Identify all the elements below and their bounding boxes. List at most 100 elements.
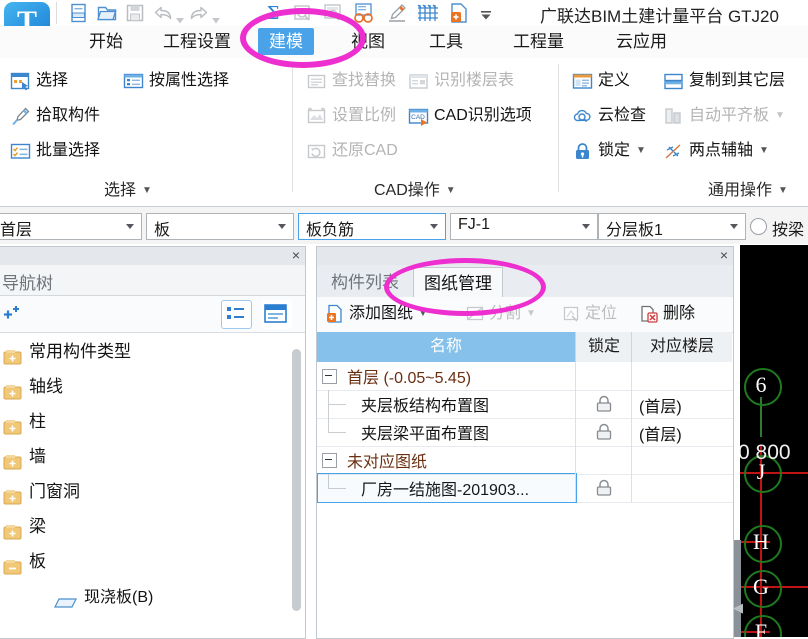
ribbon-group-label[interactable]: CAD操作 ▼ [374,176,456,200]
undo-dropdown-icon[interactable] [176,11,184,24]
tab-quantity[interactable]: 工程量 [502,28,575,55]
ribbon-item-auto-align-slab[interactable]: 自动平齐板 ▼ [663,103,785,129]
canvas-collapse-arrow-icon[interactable]: ◀ [733,600,743,616]
ribbon-item-find-replace[interactable]: 查找替换 [306,68,396,94]
ribbon-group-divider [292,64,293,192]
ribbon-item-lock[interactable]: 锁定 ▼ [572,138,646,164]
tree-item-label: 常用构件类型 [29,342,131,361]
tree-leaf-cast-in-place-slab[interactable]: 现浇板(B) [53,583,153,613]
chevron-down-icon[interactable]: ▼ [526,302,536,326]
redo-dropdown-icon[interactable] [212,11,220,24]
add-drawing-icon [325,304,345,324]
tree-item-slab[interactable]: 板 [3,545,46,579]
locate-button[interactable]: 定位 [561,302,617,326]
ribbon-item-copy-to-other-floor[interactable]: 复制到其它层 [663,68,785,94]
pencil-edit-icon[interactable] [386,2,408,24]
axis-label-f: F [754,619,768,637]
table-row-name: 首层 (-0.05~5.45) [347,370,472,387]
column-header-floor[interactable]: 对应楼层 [631,332,732,362]
tree-item-beam[interactable]: 梁 [3,510,46,544]
ribbon-item-select-by-attribute[interactable]: 按属性选择 [123,68,229,94]
tree-item-label: 板 [29,552,46,571]
ribbon-item-label: 复制到其它层 [689,72,786,89]
table-row-name: 夹层板结构布置图 [361,398,490,415]
lock-icon[interactable] [593,422,615,442]
list-view-icon[interactable] [221,300,252,329]
row-selection-outline [317,473,577,503]
ribbon-item-two-point-aux-axis[interactable]: 两点辅轴 ▼ [663,138,769,164]
open-folder-icon[interactable] [96,2,118,24]
chevron-down-icon [730,224,738,229]
add-page-icon[interactable] [448,2,470,24]
ribbon-group-cad: 查找替换 识别楼层表 设置比例 CAD CAD识别选项 还原CAD CAD操作 … [296,58,556,205]
axis-label-6: 6 [755,372,767,397]
nav-panel-title: 导航树 [2,274,53,293]
new-file-icon[interactable] [68,2,90,24]
add-member-icon[interactable] [1,302,25,326]
nav-tree-scrollbar[interactable] [292,349,301,611]
annotation-ellipse-drawing-tab [384,258,546,316]
tree-item-column[interactable]: 柱 [3,405,46,439]
ribbon-item-batch-select[interactable]: 批量选择 [10,138,100,164]
redo-icon[interactable] [188,2,210,24]
table-row[interactable]: 厂房一结施图-201903... [317,473,733,503]
tree-item-door-window-opening[interactable]: 门窗洞 [3,475,80,509]
expander-icon[interactable] [322,369,337,384]
ribbon-item-label: 按属性选择 [149,72,230,89]
member-category-select[interactable]: 板负筋 [298,213,446,240]
detail-view-icon[interactable] [261,300,292,329]
table-row-group-first-floor[interactable]: 首层 (-0.05~5.45) [317,362,733,391]
grid-axis-icon[interactable] [416,2,438,24]
menu-tab-bar: 开始 工程设置 建模 视图 工具 工程量 云应用 [0,26,808,59]
delete-button[interactable]: 删除 [639,302,695,326]
navigation-tree-panel: × 导航树 常用构件类型 轴线 柱 墙 门窗洞 梁 板 现浇板(B) [0,246,306,639]
table-row-group-unmatched[interactable]: 未对应图纸 [317,446,733,475]
column-header-lock[interactable]: 锁定 [575,332,632,362]
tab-cloud-apps[interactable]: 云应用 [605,28,678,55]
tab-start[interactable]: 开始 [78,28,134,55]
tree-item-wall[interactable]: 墙 [3,440,46,474]
table-row[interactable]: 夹层梁平面布置图 (首层) [317,404,733,447]
more-commands-icon[interactable] [480,8,492,20]
close-icon[interactable]: × [720,248,728,262]
ribbon-item-cad-recognize-options[interactable]: CAD CAD识别选项 [408,103,532,129]
window-title: 广联达BIM土建计量平台 GTJ20 [540,7,779,26]
floor-select[interactable]: 首层 [0,213,142,240]
dimension-text: 0 800 [740,441,791,464]
chevron-down-icon [278,224,286,229]
tree-item-axis[interactable]: 轴线 [3,370,63,404]
ribbon-item-label: CAD识别选项 [434,107,532,124]
layer-select[interactable]: 分层板1 [598,213,746,240]
ribbon-item-cloud-check[interactable]: 云检查 [572,103,646,129]
tree-connector-horizontal [328,432,346,433]
undo-icon[interactable] [152,2,174,24]
ribbon-group-label[interactable]: 选择 ▼ [104,176,152,200]
ribbon-item-pick-member[interactable]: 拾取构件 [10,103,100,129]
ribbon-item-define[interactable]: 定义 [572,68,630,94]
ribbon: 选择 按属性选择 拾取构件 批量选择 选择 ▼ 查找替换 识别楼层表 设置比例 … [0,58,808,207]
tab-tools[interactable]: 工具 [418,28,474,55]
lock-icon[interactable] [593,478,615,498]
by-beam-radio[interactable] [750,218,767,235]
ribbon-item-select[interactable]: 选择 [10,68,68,94]
table-row[interactable]: 夹层板结构布置图 (首层) [317,390,733,419]
chevron-down-icon[interactable]: ▼ [775,103,785,129]
ribbon-item-recognize-floor-table[interactable]: 识别楼层表 [408,68,514,94]
tab-project-settings[interactable]: 工程设置 [152,28,242,55]
expander-icon[interactable] [322,453,337,468]
cad-canvas[interactable]: 6 J H G F 0 800 [740,245,808,637]
save-icon[interactable] [124,2,146,24]
ribbon-item-label: 自动平齐板 [689,107,770,124]
ribbon-group-label[interactable]: 通用操作 ▼ [708,176,788,200]
ribbon-item-set-scale[interactable]: 设置比例 [306,103,396,129]
close-icon[interactable]: × [292,248,300,262]
chevron-down-icon[interactable]: ▼ [636,138,646,164]
member-type-select[interactable]: 板 [146,213,294,240]
ribbon-item-restore-cad[interactable]: 还原CAD [306,138,398,164]
chevron-down-icon[interactable]: ▼ [759,138,769,164]
column-header-name[interactable]: 名称 [317,332,575,362]
member-name-select[interactable]: FJ-1 [450,213,598,240]
tree-item-common-member-types[interactable]: 常用构件类型 [3,335,131,369]
restore-cad-icon [306,141,327,162]
lock-icon[interactable] [593,394,615,414]
